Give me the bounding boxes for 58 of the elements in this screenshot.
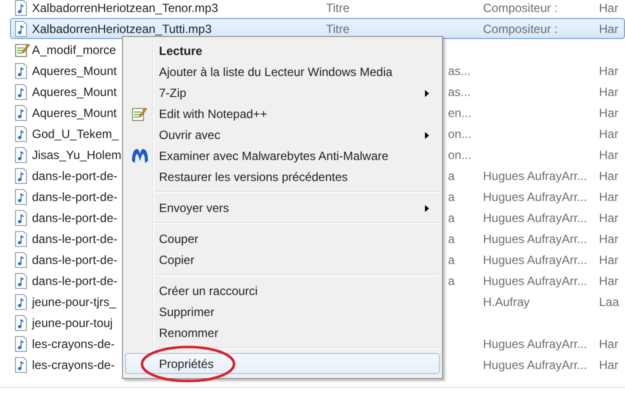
file-name: Aqueres_Mount [32, 106, 117, 120]
table-cell: Har [599, 358, 618, 372]
file-name: XalbadorrenHeriotzean_Tutti.mp3 [32, 22, 212, 36]
table-cell: Compositeur : [483, 22, 558, 36]
file-name: jeune-pour-touj [32, 316, 113, 330]
table-cell: Hugues AufrayArr... [483, 274, 588, 288]
table-cell: H.Aufray [483, 294, 530, 308]
file-name: jeune-pour-tjrs_ [32, 294, 116, 308]
table-cell: Har [599, 126, 618, 140]
table-cell: a [448, 232, 455, 246]
table-cell: Hugues AufrayArr... [483, 210, 588, 224]
table-cell: Har [599, 168, 618, 182]
file-name: Jisas_Yu_Holem [32, 148, 122, 162]
table-cell: Har [599, 84, 618, 98]
table-cell: Hugues AufrayArr... [483, 168, 588, 182]
table-cell: a [448, 190, 455, 204]
table-cell: Har [599, 190, 618, 204]
table-cell: Har [599, 274, 618, 288]
table-cell: a [448, 210, 455, 224]
file-name: God_U_Tekem_ [32, 126, 119, 140]
table-cell: Har [599, 0, 618, 14]
table-cell: Har [599, 252, 618, 266]
table-cell: as... [448, 64, 471, 78]
file-name: dans-le-port-de- [32, 232, 118, 246]
table-cell: Titre [326, 22, 350, 36]
file-name: les-crayons-de- [32, 336, 115, 350]
table-cell: Hugues AufrayArr... [483, 358, 588, 372]
file-name: dans-le-port-de- [32, 168, 118, 182]
table-cell: en... [448, 106, 472, 120]
table-cell: as... [448, 84, 471, 98]
table-cell: Titre [326, 0, 350, 14]
table-cell: Hugues AufrayArr... [483, 190, 588, 204]
table-cell: on... [448, 148, 472, 162]
table-cell: Har [599, 22, 618, 36]
file-name: dans-le-port-de- [32, 252, 118, 266]
table-cell: a [448, 168, 455, 182]
table-cell: Hugues AufrayArr... [483, 252, 588, 266]
table-cell: Laa [599, 294, 620, 308]
file-name: Aqueres_Mount [32, 84, 117, 98]
file-name: dans-le-port-de- [32, 190, 118, 204]
table-cell: Hugues AufrayArr... [483, 336, 588, 350]
table-cell: Har [599, 232, 618, 246]
table-cell: Har [599, 336, 618, 350]
table-cell: Hugues AufrayArr... [483, 232, 588, 246]
table-cell: a [448, 252, 455, 266]
table-cell: Har [599, 148, 618, 162]
table-cell: on... [448, 126, 472, 140]
file-name: XalbadorrenHeriotzean_Tenor.mp3 [32, 0, 218, 14]
file-name: les-crayons-de- [32, 358, 115, 372]
table-cell: a [448, 274, 455, 288]
file-name: dans-le-port-de- [32, 274, 118, 288]
table-cell: Har [599, 210, 618, 224]
file-name: A_modif_morce [32, 42, 116, 56]
table-cell: Compositeur : [483, 0, 558, 14]
table-cell: Har [599, 64, 618, 78]
file-name: Aqueres_Mount [32, 64, 117, 78]
file-name: dans-le-port-de- [32, 210, 118, 224]
table-cell: Har [599, 106, 618, 120]
